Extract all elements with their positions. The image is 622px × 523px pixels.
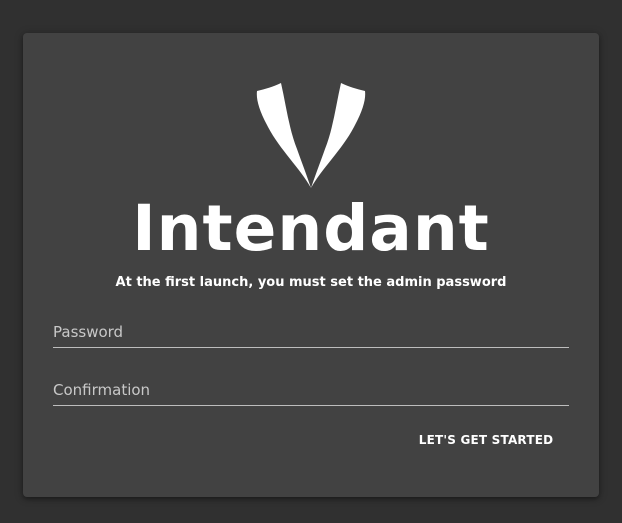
lapels-logo-icon [256, 83, 366, 188]
password-input[interactable] [53, 317, 569, 347]
confirmation-field[interactable] [53, 375, 569, 406]
confirmation-input[interactable] [53, 375, 569, 405]
get-started-button[interactable]: LET'S GET STARTED [413, 426, 559, 454]
setup-instructions: At the first launch, you must set the ad… [115, 275, 507, 290]
app-title: Intendant [132, 192, 490, 265]
password-field[interactable] [53, 317, 569, 348]
setup-card: Intendant At the first launch, you must … [23, 33, 599, 497]
